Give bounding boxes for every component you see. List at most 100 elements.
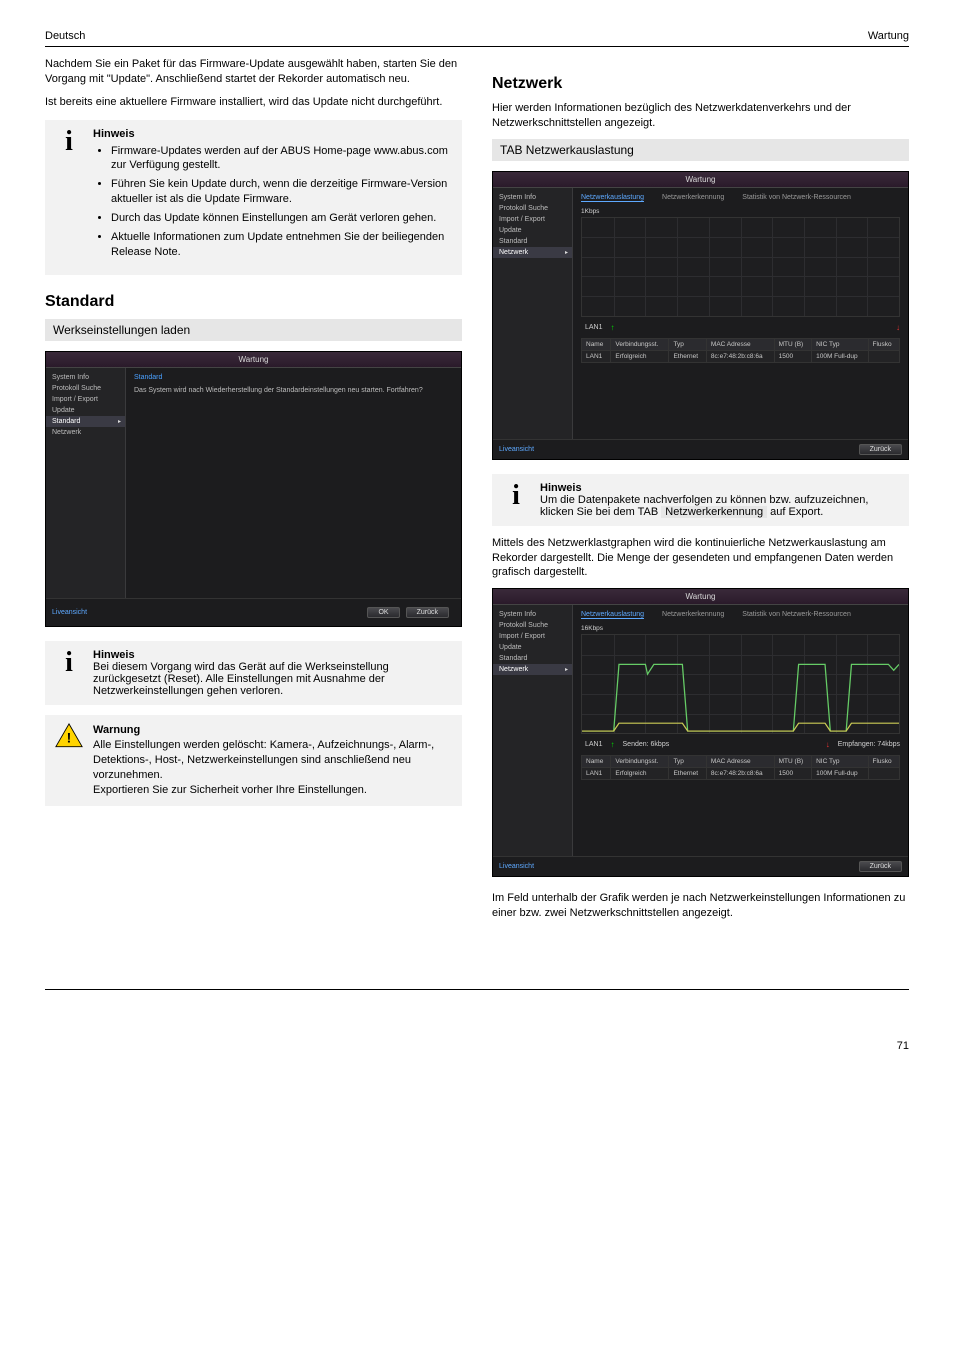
sidebar-item-protokoll[interactable]: Protokoll Suche (493, 620, 572, 631)
warn-box: ! Warnung Alle Einstellungen werden gelö… (45, 715, 462, 805)
col-mac: MAC Adresse (706, 338, 774, 350)
warn-body: Alle Einstellungen werden gelöscht: Kame… (93, 738, 452, 797)
sidebar-item-systeminfo[interactable]: System Info (493, 609, 572, 620)
sidebar-item-netzwerk[interactable]: Netzwerk (493, 247, 572, 258)
sidebar-item-import[interactable]: Import / Export (493, 631, 572, 642)
sidebar-item-standard[interactable]: Standard (493, 653, 572, 664)
header-rule (45, 46, 909, 47)
col-conn: Verbindungsst. (611, 338, 669, 350)
sidebar-item-protokoll[interactable]: Protokoll Suche (493, 203, 572, 214)
standard-link[interactable]: Standard (134, 374, 453, 381)
col-name: Name (582, 338, 611, 350)
arrow-up-icon: ↑ (611, 323, 615, 332)
header-right: Wartung (868, 30, 909, 42)
section-netzwerk-title: Netzwerk (492, 75, 909, 93)
col-flusko: Flusko (868, 338, 899, 350)
info-title: Hinweis (93, 649, 452, 661)
screenshot-title: Wartung (493, 172, 908, 188)
info-title: Hinweis (93, 128, 452, 140)
sidebar-item-standard[interactable]: Standard (493, 236, 572, 247)
header-left: Deutsch (45, 30, 85, 42)
left-paragraph-2: Ist bereits eine aktuellere Firmware ins… (45, 95, 462, 110)
info-bullet-list: Firmware-Updates werden auf der ABUS Hom… (111, 144, 452, 260)
screenshot-title: Wartung (46, 352, 461, 368)
left-column: Nachdem Sie ein Paket für das Firmware-U… (45, 57, 462, 929)
col-mtu: MTU (B) (774, 338, 811, 350)
liveansicht-link[interactable]: Liveansicht (499, 446, 534, 453)
netzwerkerkennung-chip: Netzwerkerkennung (661, 506, 767, 518)
sidebar-item-systeminfo[interactable]: System Info (493, 192, 572, 203)
tab-statistik[interactable]: Statistik von Netzwerk-Ressourcen (742, 194, 851, 202)
chart-area-flat (581, 217, 900, 317)
warning-icon: ! (55, 723, 83, 749)
info-box-reset: i Hinweis Bei diesem Vorgang wird das Ge… (45, 641, 462, 705)
recv-label: Empfangen: 74kbps (838, 741, 900, 748)
info-body-line: Um die Datenpakete nachverfolgen zu könn… (540, 494, 899, 518)
sidebar-item-update[interactable]: Update (493, 642, 572, 653)
screenshot-sidebar: System Info Protokoll Suche Import / Exp… (493, 605, 573, 856)
right-paragraph-3: Im Feld unterhalb der Grafik werden je n… (492, 891, 909, 921)
screenshot-netzwerk-graph: Wartung System Info Protokoll Suche Impo… (492, 588, 909, 877)
screenshot-title: Wartung (493, 589, 908, 605)
zurueck-button[interactable]: Zurück (406, 607, 449, 618)
right-paragraph-1: Hier werden Informationen bezüglich des … (492, 101, 909, 131)
tab-auslastung[interactable]: Netzwerkauslastung (581, 194, 644, 202)
sidebar-item-protokoll[interactable]: Protokoll Suche (46, 383, 125, 394)
sidebar-item-netzwerk[interactable]: Netzwerk (46, 427, 125, 438)
screenshot-sidebar: System Info Protokoll Suche Import / Exp… (493, 188, 573, 439)
sidebar-item-update[interactable]: Update (46, 405, 125, 416)
arrow-down-icon: ↓ (826, 740, 830, 749)
tab-statistik[interactable]: Statistik von Netzwerk-Ressourcen (742, 611, 851, 619)
info-body: Bei diesem Vorgang wird das Gerät auf di… (93, 661, 452, 697)
screenshot-netzwerk-flat: Wartung System Info Protokoll Suche Impo… (492, 171, 909, 460)
info-box-netzwerk: i Hinweis Um die Datenpakete nachverfolg… (492, 474, 909, 526)
sidebar-item-netzwerk[interactable]: Netzwerk (493, 664, 572, 675)
lan-label: LAN1 (585, 324, 603, 331)
unit-label: 1Kbps (581, 208, 900, 215)
zurueck-button[interactable]: Zurück (859, 861, 902, 872)
liveansicht-link[interactable]: Liveansicht (52, 609, 87, 616)
standard-confirm-text: Das System wird nach Wiederherstellung d… (134, 387, 453, 394)
info-bullet: Durch das Update können Einstellungen am… (111, 211, 452, 226)
sidebar-item-update[interactable]: Update (493, 225, 572, 236)
screenshot-standard: Wartung System Info Protokoll Suche Impo… (45, 351, 462, 627)
page-number: 71 (897, 1040, 909, 1052)
lan-label: LAN1 (585, 741, 603, 748)
right-column: Netzwerk Hier werden Informationen bezüg… (492, 57, 909, 929)
info-bullet: Führen Sie kein Update durch, wenn die d… (111, 177, 452, 207)
col-nic: NIC Typ (812, 338, 868, 350)
info-icon: i (55, 649, 83, 677)
svg-text:!: ! (67, 730, 72, 746)
footer-rule (45, 989, 909, 990)
info-title: Hinweis (540, 482, 899, 494)
network-table: Name Verbindungsst. Typ MAC Adresse MTU … (581, 338, 900, 363)
ok-button[interactable]: OK (367, 607, 399, 618)
arrow-up-icon: ↑ (611, 740, 615, 749)
tabs: Netzwerkauslastung Netzwerkerkennung Sta… (581, 611, 900, 619)
gray-bar-werkseinstellungen: Werkseinstellungen laden (45, 319, 462, 341)
sidebar-item-standard[interactable]: Standard (46, 416, 125, 427)
network-table: Name Verbindungsst. Typ MAC Adresse MTU … (581, 755, 900, 780)
info-icon: i (55, 128, 83, 156)
sidebar-item-import[interactable]: Import / Export (46, 394, 125, 405)
col-typ: Typ (669, 338, 706, 350)
tab-erkennung[interactable]: Netzwerkerkennung (662, 194, 724, 202)
gray-bar-tab: TAB Netzwerkauslastung (492, 139, 909, 161)
right-paragraph-2: Mittels des Netzwerklastgraphen wird die… (492, 536, 909, 581)
tab-erkennung[interactable]: Netzwerkerkennung (662, 611, 724, 619)
send-label: Senden: 6kbps (623, 741, 670, 748)
arrow-down-icon: ↓ (896, 323, 900, 332)
chart-area-graph (581, 634, 900, 734)
tabs: Netzwerkauslastung Netzwerkerkennung Sta… (581, 194, 900, 202)
legend-row: LAN1 ↑ Senden: 6kbps ↓ Empfangen: 74kbps (581, 740, 900, 749)
zurueck-button[interactable]: Zurück (859, 444, 902, 455)
sidebar-item-systeminfo[interactable]: System Info (46, 372, 125, 383)
liveansicht-link[interactable]: Liveansicht (499, 863, 534, 870)
tab-auslastung[interactable]: Netzwerkauslastung (581, 611, 644, 619)
info-box-updates: i Hinweis Firmware-Updates werden auf de… (45, 120, 462, 276)
table-row: LAN1 Erfolgreich Ethernet 8c:e7:48:2b:c8… (582, 350, 900, 362)
warn-title: Warnung (93, 723, 452, 738)
section-standard-title: Standard (45, 293, 462, 311)
sidebar-item-import[interactable]: Import / Export (493, 214, 572, 225)
table-row: LAN1 Erfolgreich Ethernet 8c:e7:48:2b:c8… (582, 768, 900, 780)
